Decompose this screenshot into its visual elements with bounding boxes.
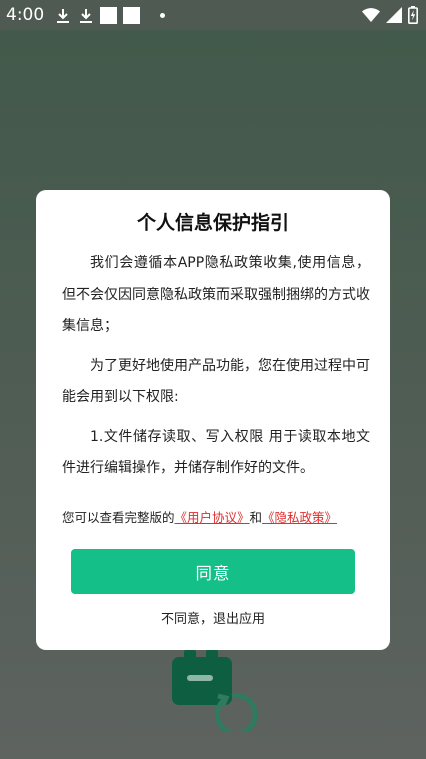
wifi-icon (362, 7, 380, 27)
status-bar: 4:00 (0, 0, 426, 30)
links-joiner: 和 (249, 510, 263, 525)
permission-item: 1.文件储存读取、写入权限 用于读取本地文件进行编辑操作，并储存制作好的文件。 (62, 428, 370, 477)
permission-intro-paragraph: 为了更好地使用产品功能，您在使用过程中可能会用到以下权限: (62, 357, 370, 406)
dialog-body: 我们会遵循本APP隐私政策收集,使用信息，但不会仅因同意隐私政策而采取强制捆绑的… (62, 248, 370, 485)
user-agreement-link[interactable]: 《用户协议》 (175, 510, 250, 525)
disagree-exit-button[interactable]: 不同意，退出应用 (36, 608, 390, 627)
policy-links: 您可以查看完整版的《用户协议》和《隐私政策》 (62, 507, 337, 526)
privacy-policy-link[interactable]: 《隐私政策》 (262, 510, 337, 525)
system-icons (362, 6, 418, 28)
status-time: 4:00 (6, 5, 45, 25)
square-icon (123, 7, 140, 24)
square-icon (100, 7, 117, 24)
notification-icons (54, 7, 165, 24)
privacy-dialog: 个人信息保护指引 我们会遵循本APP隐私政策收集,使用信息，但不会仅因同意隐私政… (36, 190, 390, 650)
agree-button[interactable]: 同意 (71, 549, 355, 594)
battery-charging-icon (408, 6, 418, 28)
download-icon (54, 7, 71, 24)
policy-paragraph: 我们会遵循本APP隐私政策收集,使用信息，但不会仅因同意隐私政策而采取强制捆绑的… (62, 255, 370, 334)
dialog-title: 个人信息保护指引 (136, 212, 289, 234)
dot-icon (160, 13, 165, 18)
app-icon (170, 650, 258, 737)
signal-icon (386, 7, 402, 27)
download-icon (77, 7, 94, 24)
links-prefix: 您可以查看完整版的 (62, 510, 175, 525)
